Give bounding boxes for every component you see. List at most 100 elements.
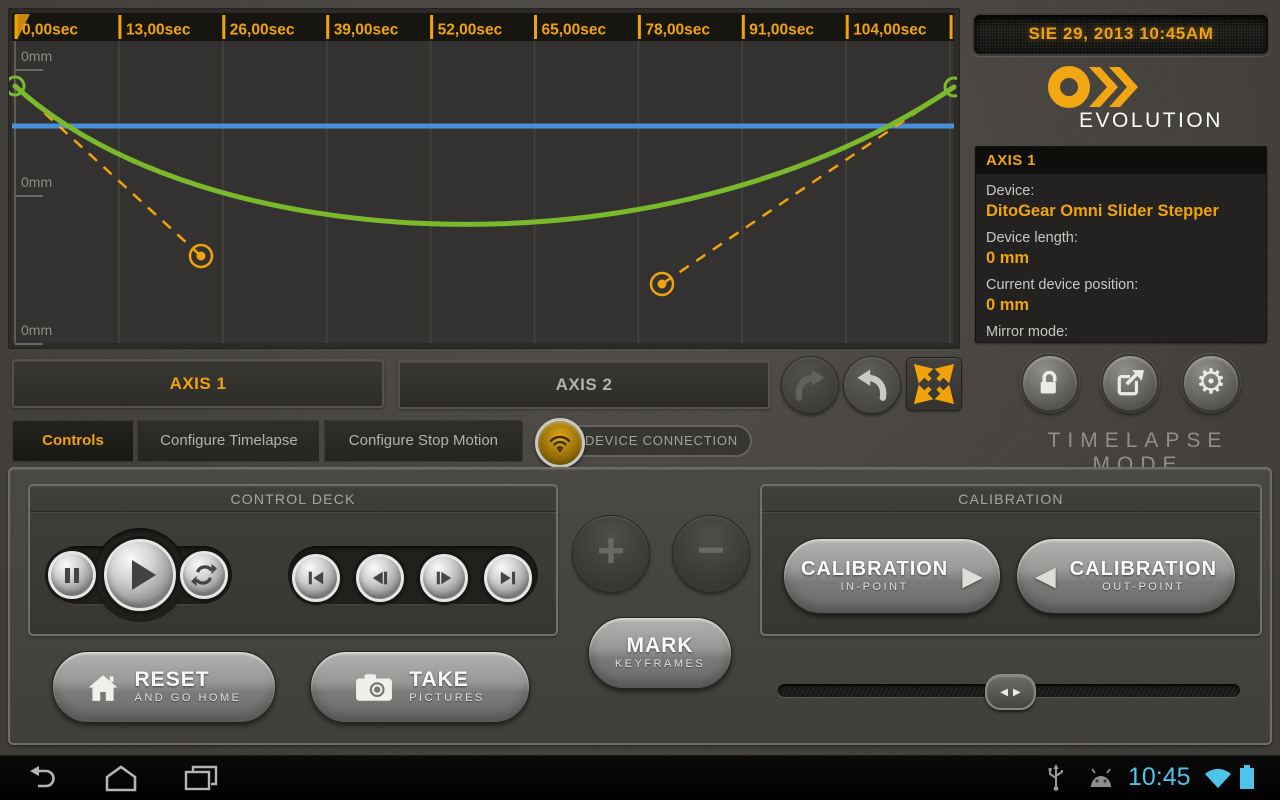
device-value: DitoGear Omni Slider Stepper: [986, 202, 1266, 221]
keyframe-curve-editor[interactable]: 0,00sec 13,00sec 26,00sec 39,00sec 52,00sec 6…: [9, 9, 957, 346]
motion-graph-panel[interactable]: 0,00sec 13,00sec 26,00sec 39,00sec 52,00sec 6…: [8, 8, 960, 349]
redo-button[interactable]: [781, 356, 839, 414]
control-deck-title: CONTROL DECK: [30, 486, 556, 512]
slider-arrow-right-icon: ▶: [1013, 687, 1021, 698]
skip-to-start-button[interactable]: [292, 554, 340, 602]
zoom-out-button[interactable]: −: [672, 515, 750, 593]
slider-arrow-left-icon: ◀: [1000, 687, 1008, 698]
loop-button[interactable]: [180, 551, 228, 599]
gear-icon: ⚙: [1196, 365, 1226, 399]
timeline-label: 91,00sec: [749, 22, 814, 39]
android-debug-icon: [1085, 764, 1117, 792]
unlock-icon: [1036, 369, 1064, 397]
tab-configure-stop-motion[interactable]: Configure Stop Motion: [324, 420, 523, 462]
nav-home-button[interactable]: [100, 762, 142, 794]
reset-label-1: RESET: [135, 669, 242, 691]
handle-point-dot: [197, 252, 206, 261]
timeline-label: 78,00sec: [645, 22, 710, 39]
calibration-title: CALIBRATION: [762, 486, 1260, 512]
play-button[interactable]: [104, 539, 176, 611]
recent-apps-icon: [184, 764, 218, 792]
take-pictures-button[interactable]: TAKE PICTURES: [310, 651, 530, 723]
device-position-value: 0 mm: [986, 296, 1266, 315]
lock-button[interactable]: [1021, 354, 1079, 412]
calibration-out-label-2: OUT-POINT: [1070, 580, 1217, 594]
take-pictures-label-1: TAKE: [409, 669, 485, 691]
calibration-in-label-2: IN-POINT: [801, 580, 948, 594]
y-axis-label: 0mm: [21, 174, 52, 190]
skip-to-end-button[interactable]: [484, 554, 532, 602]
timeline-label: 13,00sec: [126, 22, 191, 39]
mark-keyframes-label-1: MARK: [627, 635, 694, 657]
skip-to-start-icon: [305, 569, 327, 587]
tab-bar: Controls Configure Timelapse Configure S…: [12, 420, 523, 462]
plot-background: [12, 41, 954, 343]
minus-icon: −: [697, 523, 725, 578]
calibration-in-label-1: CALIBRATION: [801, 558, 948, 580]
evolution-logo-icon: [1045, 61, 1141, 113]
mirror-mode-label: Mirror mode:: [986, 324, 1266, 340]
export-button[interactable]: [1101, 354, 1159, 412]
axis-1-button[interactable]: AXIS 1: [12, 359, 384, 408]
fit-view-button[interactable]: [906, 357, 962, 411]
calibration-out-point-button[interactable]: ◀ CALIBRATION OUT-POINT: [1016, 538, 1236, 614]
undo-icon: [852, 365, 892, 405]
timeline-label: 52,00sec: [438, 22, 503, 39]
triangle-left-icon: ◀: [1035, 563, 1056, 590]
play-icon: [132, 560, 156, 590]
zoom-in-button[interactable]: +: [572, 515, 650, 593]
clock-display: SIE 29, 2013 10:45AM: [972, 13, 1270, 56]
app-screen: 0,00sec 13,00sec 26,00sec 39,00sec 52,00sec 6…: [0, 0, 1280, 800]
device-length-value: 0 mm: [986, 249, 1266, 268]
logo-wordmark: EVOLUTION: [1079, 109, 1269, 133]
pause-icon: [65, 568, 79, 583]
reset-go-home-button[interactable]: RESET AND GO HOME: [52, 651, 276, 723]
device-length-label: Device length:: [986, 230, 1266, 246]
handle-point-dot: [658, 280, 667, 289]
timeline-label: 104,00sec: [853, 22, 927, 39]
undo-button[interactable]: [843, 356, 901, 414]
tab-controls[interactable]: Controls: [12, 420, 133, 462]
reset-label-2: AND GO HOME: [135, 691, 242, 705]
mark-keyframes-button[interactable]: MARK KEYFRAMES: [588, 617, 732, 689]
calibration-slider-thumb[interactable]: ◀ ▶: [985, 674, 1036, 710]
settings-button[interactable]: ⚙: [1182, 354, 1240, 412]
connection-status-light[interactable]: [535, 418, 585, 468]
status-clock: 10:45: [1128, 763, 1191, 792]
step-forward-icon: [433, 569, 455, 587]
y-axis-label: 0mm: [21, 48, 52, 64]
triangle-right-icon: ▶: [962, 563, 983, 590]
axis-info-panel: AXIS 1 Device: DitoGear Omni Slider Step…: [975, 146, 1267, 343]
nav-recents-button[interactable]: [180, 762, 222, 794]
timeline-label: 26,00sec: [230, 22, 295, 39]
y-axis-label: 0mm: [21, 322, 52, 338]
step-back-button[interactable]: [356, 554, 404, 602]
usb-status-icon: [1046, 762, 1066, 794]
battery-status-icon: [1238, 763, 1256, 791]
back-icon: [25, 764, 59, 792]
expand-arrows-icon: [913, 364, 955, 404]
skip-to-end-icon: [497, 569, 519, 587]
loop-icon: [191, 562, 217, 588]
calibration-in-point-button[interactable]: CALIBRATION IN-POINT ▶: [783, 538, 1001, 614]
take-pictures-label-2: PICTURES: [409, 691, 485, 705]
nav-back-button[interactable]: [22, 762, 62, 794]
pause-button[interactable]: [48, 551, 96, 599]
home-outline-icon: [103, 764, 139, 792]
axis-2-button[interactable]: AXIS 2: [398, 360, 770, 409]
step-forward-button[interactable]: [420, 554, 468, 602]
timeline-label: 0,00sec: [22, 22, 78, 39]
calibration-out-label-1: CALIBRATION: [1070, 558, 1217, 580]
wifi-status-icon: [1203, 765, 1233, 791]
wifi-icon: [548, 433, 572, 453]
device-label: Device:: [986, 183, 1266, 199]
mark-keyframes-label-2: KEYFRAMES: [615, 657, 705, 671]
timeline-label: 65,00sec: [542, 22, 607, 39]
home-icon: [87, 673, 119, 702]
device-position-label: Current device position:: [986, 277, 1266, 293]
tab-configure-timelapse[interactable]: Configure Timelapse: [137, 420, 319, 462]
axis-info-title: AXIS 1: [976, 147, 1266, 174]
timeline-label: 39,00sec: [334, 22, 399, 39]
redo-icon: [790, 365, 830, 405]
step-back-icon: [369, 569, 391, 587]
